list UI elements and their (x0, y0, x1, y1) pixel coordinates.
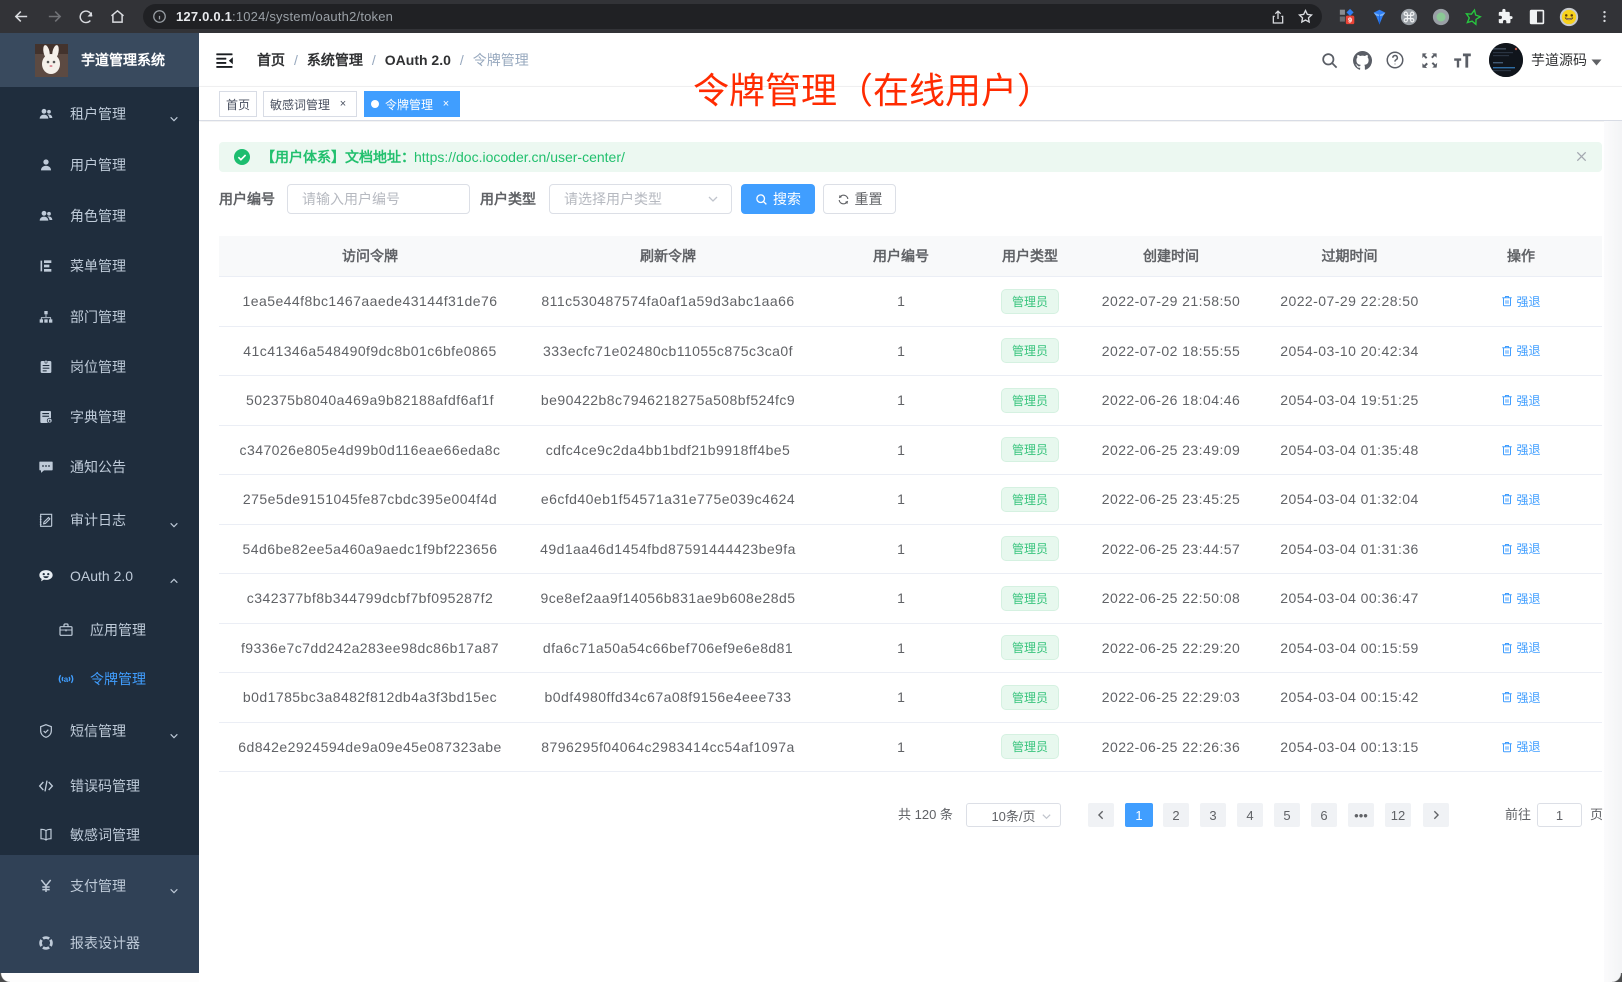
svg-text:a: a (64, 675, 69, 684)
svg-text:9: 9 (1348, 15, 1352, 24)
